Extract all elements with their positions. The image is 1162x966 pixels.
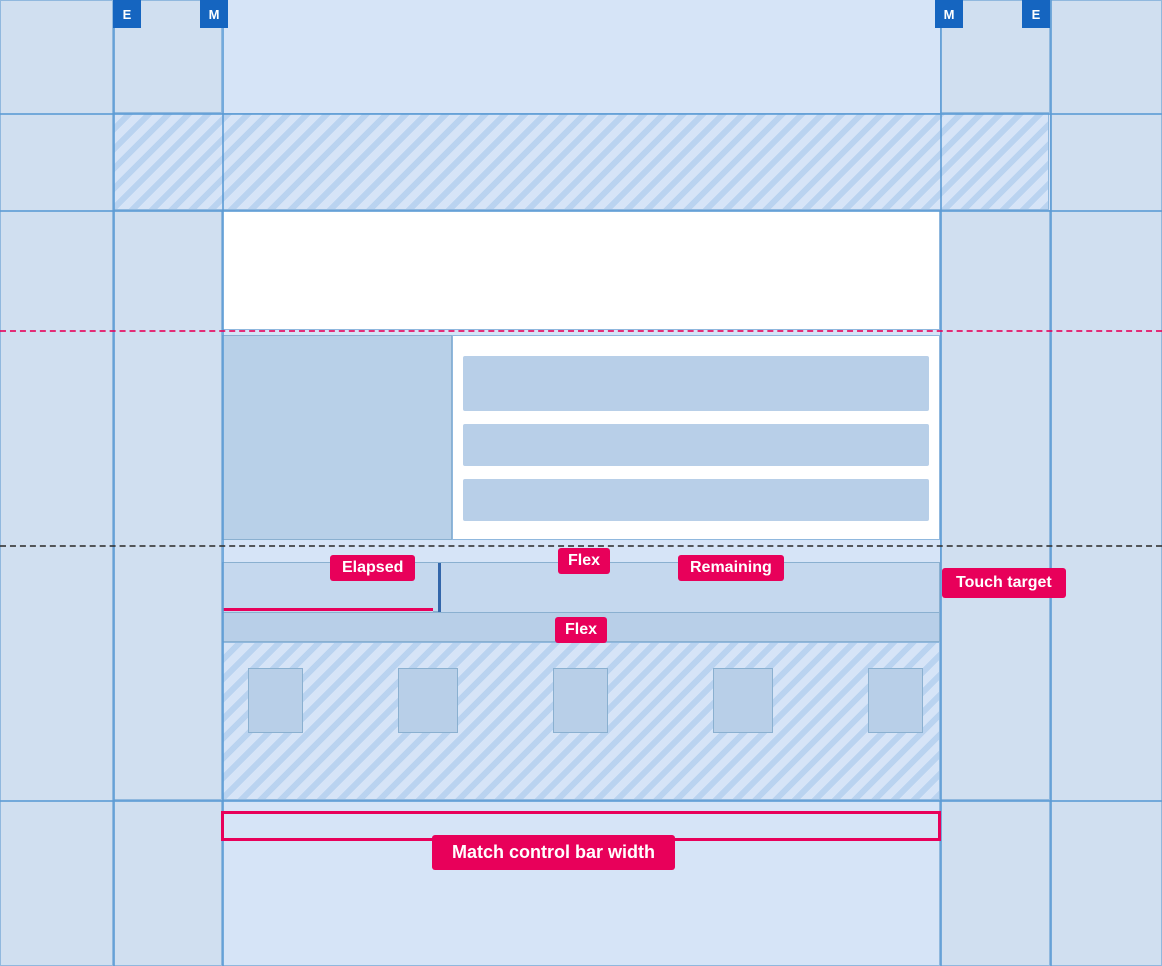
content-right-panel (452, 335, 940, 540)
content-row-1 (463, 356, 929, 411)
canvas: E M M E Elapsed Flex Remaining Touch tar… (0, 0, 1162, 966)
right-col-bottom (940, 800, 1050, 966)
content-row-3 (463, 479, 929, 521)
small-block-5 (868, 668, 923, 733)
content-top-panel (222, 210, 940, 330)
marker-top-left-e: E (113, 0, 141, 28)
image-placeholder (222, 335, 452, 540)
left-side-panel (0, 0, 113, 966)
right-side-panel (1050, 0, 1162, 966)
hatch-header (113, 113, 1049, 210)
guide-h1 (0, 113, 1162, 115)
content-row-2 (463, 424, 929, 466)
footer-region (222, 800, 940, 966)
marker-top-right-e: E (1022, 0, 1050, 28)
right-col-middle (940, 210, 1050, 800)
small-block-2 (398, 668, 458, 733)
small-block-3 (553, 668, 608, 733)
guide-h-dashed1 (0, 330, 1162, 332)
small-block-4 (713, 668, 773, 733)
left-col-bottom (113, 800, 222, 966)
flex-bottom-label: Flex (555, 617, 607, 643)
guide-h-dashed2 (0, 545, 1162, 547)
elapsed-label: Elapsed (330, 555, 415, 581)
pink-progress-line (223, 608, 433, 611)
match-control-label: Match control bar width (432, 835, 675, 870)
guide-v1 (113, 0, 115, 966)
flex-top-label: Flex (558, 548, 610, 574)
touch-target-label: Touch target (942, 568, 1066, 598)
remaining-label: Remaining (678, 555, 784, 581)
small-block-1 (248, 668, 303, 733)
guide-h3 (0, 800, 1162, 802)
bottom-hatch (222, 642, 940, 800)
marker-top-left-m: M (200, 0, 228, 28)
guide-h2 (0, 210, 1162, 212)
left-col-middle (113, 210, 222, 800)
guide-v4 (1050, 0, 1052, 966)
marker-top-right-m: M (935, 0, 963, 28)
